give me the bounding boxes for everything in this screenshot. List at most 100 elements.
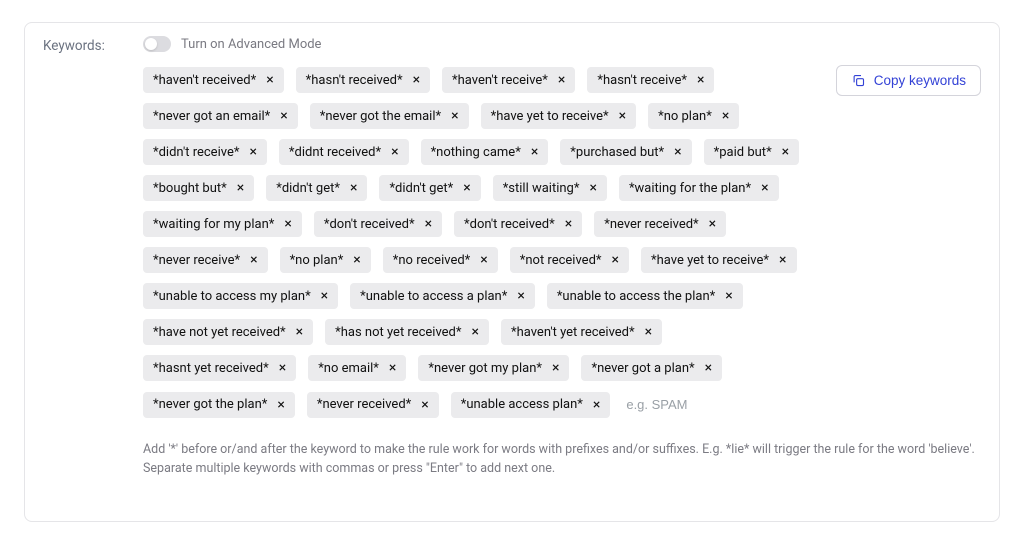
keyword-tag-text: *not received* bbox=[520, 254, 602, 267]
remove-tag-icon[interactable]: × bbox=[247, 145, 258, 159]
remove-tag-icon[interactable]: × bbox=[264, 73, 275, 87]
keyword-tag: *hasnt yet received* × bbox=[143, 355, 296, 381]
keyword-tag: *haven't yet received* × bbox=[501, 319, 662, 345]
keyword-input[interactable] bbox=[622, 391, 806, 418]
remove-tag-icon[interactable]: × bbox=[461, 181, 472, 195]
remove-tag-icon[interactable]: × bbox=[235, 181, 246, 195]
keyword-tag: *unable access plan*× bbox=[451, 392, 611, 418]
remove-tag-icon[interactable]: × bbox=[470, 325, 481, 339]
remove-tag-icon[interactable]: × bbox=[351, 253, 362, 267]
remove-tag-icon[interactable]: × bbox=[529, 145, 540, 159]
remove-tag-icon[interactable]: × bbox=[672, 145, 683, 159]
keyword-tag-text: *unable to access the plan* bbox=[557, 290, 715, 303]
keyword-tag-text: *don't received* bbox=[324, 218, 415, 231]
keyword-tag-text: *hasn't received* bbox=[306, 74, 403, 87]
keyword-tag-text: *never received* bbox=[317, 398, 411, 411]
keywords-tag-container[interactable]: *haven't received*×*hasn't received*×*ha… bbox=[143, 65, 981, 426]
keyword-tag: *never receive*× bbox=[143, 247, 268, 273]
keyword-tag-text: *hasnt yet received* bbox=[153, 362, 269, 375]
keyword-tag-text: *never received* bbox=[604, 218, 698, 231]
keyword-tag: *unable to access the plan* × bbox=[547, 283, 743, 309]
help-text: Add '*' before or/and after the keyword … bbox=[43, 440, 981, 479]
keyword-tag-text: *no email* bbox=[318, 362, 379, 375]
keyword-tag-text: *nothing came* bbox=[431, 146, 521, 159]
keyword-tag-text: *have yet to receive* bbox=[491, 110, 609, 123]
keyword-tag-text: *no plan* bbox=[658, 110, 712, 123]
remove-tag-icon[interactable]: × bbox=[780, 145, 791, 159]
advanced-mode-label: Turn on Advanced Mode bbox=[181, 37, 321, 52]
remove-tag-icon[interactable]: × bbox=[777, 253, 788, 267]
keyword-tag-text: *no received* bbox=[393, 254, 471, 267]
remove-tag-icon[interactable]: × bbox=[277, 361, 288, 375]
remove-tag-icon[interactable]: × bbox=[348, 181, 359, 195]
remove-tag-icon[interactable]: × bbox=[550, 361, 561, 375]
remove-tag-icon[interactable]: × bbox=[515, 289, 526, 303]
keyword-tag: *have yet to receive* × bbox=[641, 247, 797, 273]
keyword-tag: *never got the email* × bbox=[310, 103, 469, 129]
remove-tag-icon[interactable]: × bbox=[423, 217, 434, 231]
keyword-tag: *waiting for the plan* × bbox=[619, 175, 779, 201]
remove-tag-icon[interactable]: × bbox=[591, 398, 602, 412]
keywords-label: Keywords: bbox=[43, 38, 105, 54]
keyword-tag-text: *have yet to receive* bbox=[651, 254, 769, 267]
remove-tag-icon[interactable]: × bbox=[723, 289, 734, 303]
keyword-tag: *no plan* × bbox=[648, 103, 739, 129]
remove-tag-icon[interactable]: × bbox=[703, 361, 714, 375]
keyword-tag: *unable to access my plan* × bbox=[143, 283, 338, 309]
copy-keywords-button[interactable]: Copy keywords bbox=[836, 65, 981, 96]
label-column: Keywords: bbox=[43, 33, 123, 54]
remove-tag-icon[interactable]: × bbox=[587, 181, 598, 195]
remove-tag-icon[interactable]: × bbox=[563, 217, 574, 231]
keyword-tag-text: *unable to access a plan* bbox=[360, 290, 507, 303]
keyword-tag: *never received* × bbox=[594, 211, 726, 237]
keyword-tag: *no email* × bbox=[308, 355, 406, 381]
remove-tag-icon[interactable]: × bbox=[387, 361, 398, 375]
keyword-tag: *hasn't receive*× bbox=[587, 67, 714, 93]
copy-icon bbox=[851, 73, 866, 88]
remove-tag-icon[interactable]: × bbox=[278, 109, 289, 123]
keyword-tag: *didnt received* × bbox=[279, 139, 409, 165]
keyword-tag-text: *waiting for the plan* bbox=[629, 182, 751, 195]
keyword-tag-text: *haven't received* bbox=[153, 74, 256, 87]
remove-tag-icon[interactable]: × bbox=[643, 325, 654, 339]
keyword-tag: *didn't receive*× bbox=[143, 139, 267, 165]
remove-tag-icon[interactable]: × bbox=[610, 253, 621, 267]
keyword-tag-text: *still waiting* bbox=[503, 182, 580, 195]
advanced-mode-toggle[interactable] bbox=[143, 36, 171, 52]
remove-tag-icon[interactable]: × bbox=[449, 109, 460, 123]
keyword-tag: *didn't get*× bbox=[266, 175, 367, 201]
keyword-tag-text: *never got a plan* bbox=[591, 362, 694, 375]
keyword-tag-text: *has not yet received* bbox=[335, 326, 461, 339]
remove-tag-icon[interactable]: × bbox=[389, 145, 400, 159]
remove-tag-icon[interactable]: × bbox=[419, 398, 430, 412]
remove-tag-icon[interactable]: × bbox=[759, 181, 770, 195]
remove-tag-icon[interactable]: × bbox=[282, 217, 293, 231]
keyword-tag: *still waiting* × bbox=[493, 175, 607, 201]
keyword-tag: *paid but*× bbox=[704, 139, 800, 165]
keyword-tag: *no received* × bbox=[383, 247, 498, 273]
keyword-tag: *haven't received* × bbox=[143, 67, 284, 93]
remove-tag-icon[interactable]: × bbox=[617, 109, 628, 123]
remove-tag-icon[interactable]: × bbox=[707, 217, 718, 231]
remove-tag-icon[interactable]: × bbox=[556, 73, 567, 87]
keyword-tag: *hasn't received* × bbox=[296, 67, 430, 93]
remove-tag-icon[interactable]: × bbox=[294, 325, 305, 339]
keywords-card: Keywords: Turn on Advanced Mode *haven't… bbox=[24, 22, 1000, 522]
keyword-tag-text: *never got the email* bbox=[320, 110, 441, 123]
keyword-tag-text: *unable to access my plan* bbox=[153, 290, 311, 303]
keyword-tag-text: *didnt received* bbox=[289, 146, 381, 159]
remove-tag-icon[interactable]: × bbox=[411, 73, 422, 87]
remove-tag-icon[interactable]: × bbox=[248, 253, 259, 267]
remove-tag-icon[interactable]: × bbox=[695, 73, 706, 87]
remove-tag-icon[interactable]: × bbox=[319, 289, 330, 303]
keyword-tag-text: *never got the plan* bbox=[153, 398, 267, 411]
remove-tag-icon[interactable]: × bbox=[275, 398, 286, 412]
keyword-tag: *no plan*× bbox=[280, 247, 371, 273]
keyword-tag-text: *haven't yet received* bbox=[511, 326, 635, 339]
keyword-tag: *never received* × bbox=[307, 392, 439, 418]
keyword-tag: *have not yet received*× bbox=[143, 319, 313, 345]
remove-tag-icon[interactable]: × bbox=[720, 109, 731, 123]
keyword-tag: *has not yet received* × bbox=[325, 319, 489, 345]
keyword-tag: *didn't get*× bbox=[379, 175, 480, 201]
remove-tag-icon[interactable]: × bbox=[478, 253, 489, 267]
